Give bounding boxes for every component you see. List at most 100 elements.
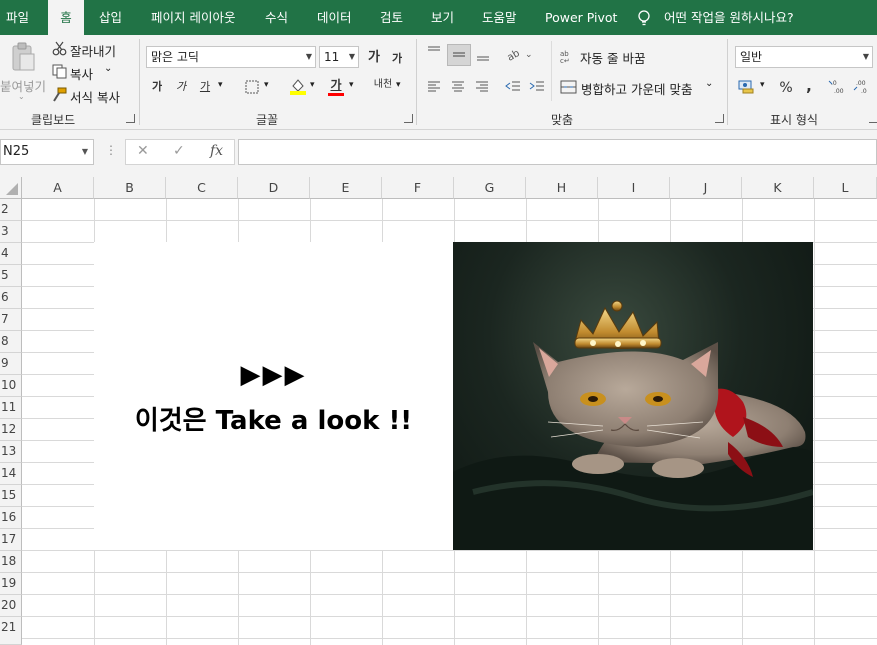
number-format-select[interactable]: 일반 ▼ [735, 46, 873, 68]
row-header[interactable]: 20 [0, 595, 22, 617]
number-launcher-icon[interactable] [869, 114, 877, 123]
column-header-g[interactable]: G [454, 177, 526, 199]
column-header-h[interactable]: H [526, 177, 598, 199]
formula-input[interactable] [238, 139, 877, 165]
row-header[interactable]: 15 [0, 485, 22, 507]
row-header[interactable]: 19 [0, 573, 22, 595]
font-name-select[interactable]: 맑은 고딕 ▼ [146, 46, 316, 68]
row-header[interactable]: 6 [0, 287, 22, 309]
cancel-icon[interactable]: ✕ [137, 143, 149, 159]
chevron-down-icon: ▾ [396, 80, 401, 90]
tab-data[interactable]: 데이터 [317, 0, 352, 35]
textbox-text: 이것은 Take a look !! [134, 406, 413, 436]
formula-bar-grip-icon[interactable]: ⋮ [105, 143, 117, 157]
scissors-icon [52, 41, 67, 56]
row-header[interactable]: 17 [0, 529, 22, 551]
cut-button[interactable]: 잘라내기 [52, 40, 124, 60]
tab-home[interactable]: 홈 [48, 0, 84, 35]
row-header[interactable]: 18 [0, 551, 22, 573]
accounting-format-button[interactable] [737, 78, 757, 98]
percent-style-button[interactable]: % [776, 78, 796, 98]
column-header-i[interactable]: I [598, 177, 670, 199]
tab-view[interactable]: 보기 [431, 0, 454, 35]
svg-text:ab: ab [506, 48, 522, 61]
row-header[interactable]: 16 [0, 507, 22, 529]
decrease-decimal-icon[interactable]: .00.0 [853, 78, 873, 98]
font-color-button[interactable]: 가 [326, 75, 346, 96]
column-header-f[interactable]: F [382, 177, 454, 199]
row-header[interactable]: 2 [0, 199, 22, 221]
column-header-e[interactable]: E [310, 177, 382, 199]
increase-decimal-button[interactable]: .0.00 [828, 78, 848, 98]
alignment-launcher-icon[interactable] [715, 114, 724, 123]
bold-button[interactable]: 가 [148, 77, 166, 97]
row-header[interactable]: 13 [0, 441, 22, 463]
text-orientation-icon: ab ⌄ [505, 48, 532, 64]
cat-with-crown-image[interactable] [453, 242, 813, 550]
fill-color-button[interactable] [288, 77, 308, 97]
decrease-indent-button[interactable] [503, 78, 523, 98]
row-header[interactable]: 3 [0, 221, 22, 243]
column-header-l[interactable]: L [814, 177, 877, 199]
comma-style-button[interactable]: , [801, 76, 817, 96]
row-header[interactable]: 4 [0, 243, 22, 265]
increase-indent-button[interactable] [527, 78, 547, 98]
tab-power-pivot[interactable]: Power Pivot [545, 0, 617, 35]
row-header[interactable]: 12 [0, 419, 22, 441]
number-group-label: 표시 형식 [770, 113, 818, 127]
row-header[interactable]: 11 [0, 397, 22, 419]
row-header[interactable]: 8 [0, 331, 22, 353]
row-header[interactable]: 21 [0, 617, 22, 645]
dropdown-arrow-icon: ▼ [348, 52, 355, 61]
row-header[interactable]: 14 [0, 463, 22, 485]
tell-me-search[interactable]: 어떤 작업을 원하시나요? [664, 0, 794, 35]
italic-button[interactable]: 가 [172, 77, 190, 97]
column-header-c[interactable]: C [166, 177, 238, 199]
font-size-value: 11 [324, 50, 340, 64]
clipboard-launcher-icon[interactable] [126, 114, 135, 123]
orientation-button[interactable]: ab ⌄ [504, 45, 536, 65]
column-header-d[interactable]: D [238, 177, 310, 199]
format-painter-button[interactable]: 서식 복사 [52, 86, 126, 106]
font-launcher-icon[interactable] [404, 114, 413, 123]
gridline [22, 220, 877, 221]
tab-insert[interactable]: 삽입 [99, 0, 122, 35]
chevron-down-icon: ▾ [218, 80, 223, 90]
wrap-text-button[interactable]: ab c↵ 자동 줄 바꿈 [560, 47, 660, 67]
decrease-font-size-button[interactable]: 가 [390, 49, 404, 69]
column-header-k[interactable]: K [742, 177, 814, 199]
worksheet-grid[interactable]: A B C D E F G H I J K L 2 3 4 5 6 7 8 9 … [0, 177, 877, 645]
underline-button[interactable]: 가 [196, 77, 214, 97]
align-left-button[interactable] [424, 78, 444, 98]
column-header-a[interactable]: A [22, 177, 94, 199]
tab-file[interactable]: 파일 [6, 0, 29, 35]
text-box-shape[interactable]: ▶▶▶ 이것은 Take a look !! [94, 242, 453, 550]
chevron-down-icon: ⌄ [705, 78, 714, 89]
copy-button[interactable]: 복사 ⌄ [52, 63, 118, 83]
align-center-button[interactable] [448, 78, 468, 98]
phonetic-guide-button[interactable]: 내천 [372, 75, 394, 95]
paste-button[interactable]: 붙여넣기 ⌄ [0, 40, 48, 104]
increase-font-size-button[interactable]: 가 [366, 48, 382, 68]
row-header[interactable]: 7 [0, 309, 22, 331]
column-header-b[interactable]: B [94, 177, 166, 199]
align-middle-button[interactable] [447, 44, 471, 66]
row-header[interactable]: 10 [0, 375, 22, 397]
align-right-button[interactable] [472, 78, 492, 98]
align-top-button[interactable] [424, 43, 444, 63]
tab-review[interactable]: 검토 [380, 0, 403, 35]
row-header[interactable]: 9 [0, 353, 22, 375]
tab-formulas[interactable]: 수식 [265, 0, 288, 35]
enter-icon[interactable]: ✓ [173, 143, 185, 159]
name-box[interactable]: N25 ▼ [0, 139, 94, 165]
tab-page-layout[interactable]: 페이지 레이아웃 [151, 0, 235, 35]
merge-center-button[interactable]: 병합하고 가운데 맞춤 ⌄ [560, 78, 720, 98]
tab-help[interactable]: 도움말 [482, 0, 517, 35]
align-bottom-button[interactable] [473, 47, 493, 67]
font-size-select[interactable]: 11 ▼ [319, 46, 359, 68]
select-all-button[interactable] [0, 177, 22, 199]
column-header-j[interactable]: J [670, 177, 742, 199]
insert-function-icon[interactable]: fx [210, 143, 223, 159]
row-header[interactable]: 5 [0, 265, 22, 287]
borders-button[interactable] [242, 77, 262, 97]
